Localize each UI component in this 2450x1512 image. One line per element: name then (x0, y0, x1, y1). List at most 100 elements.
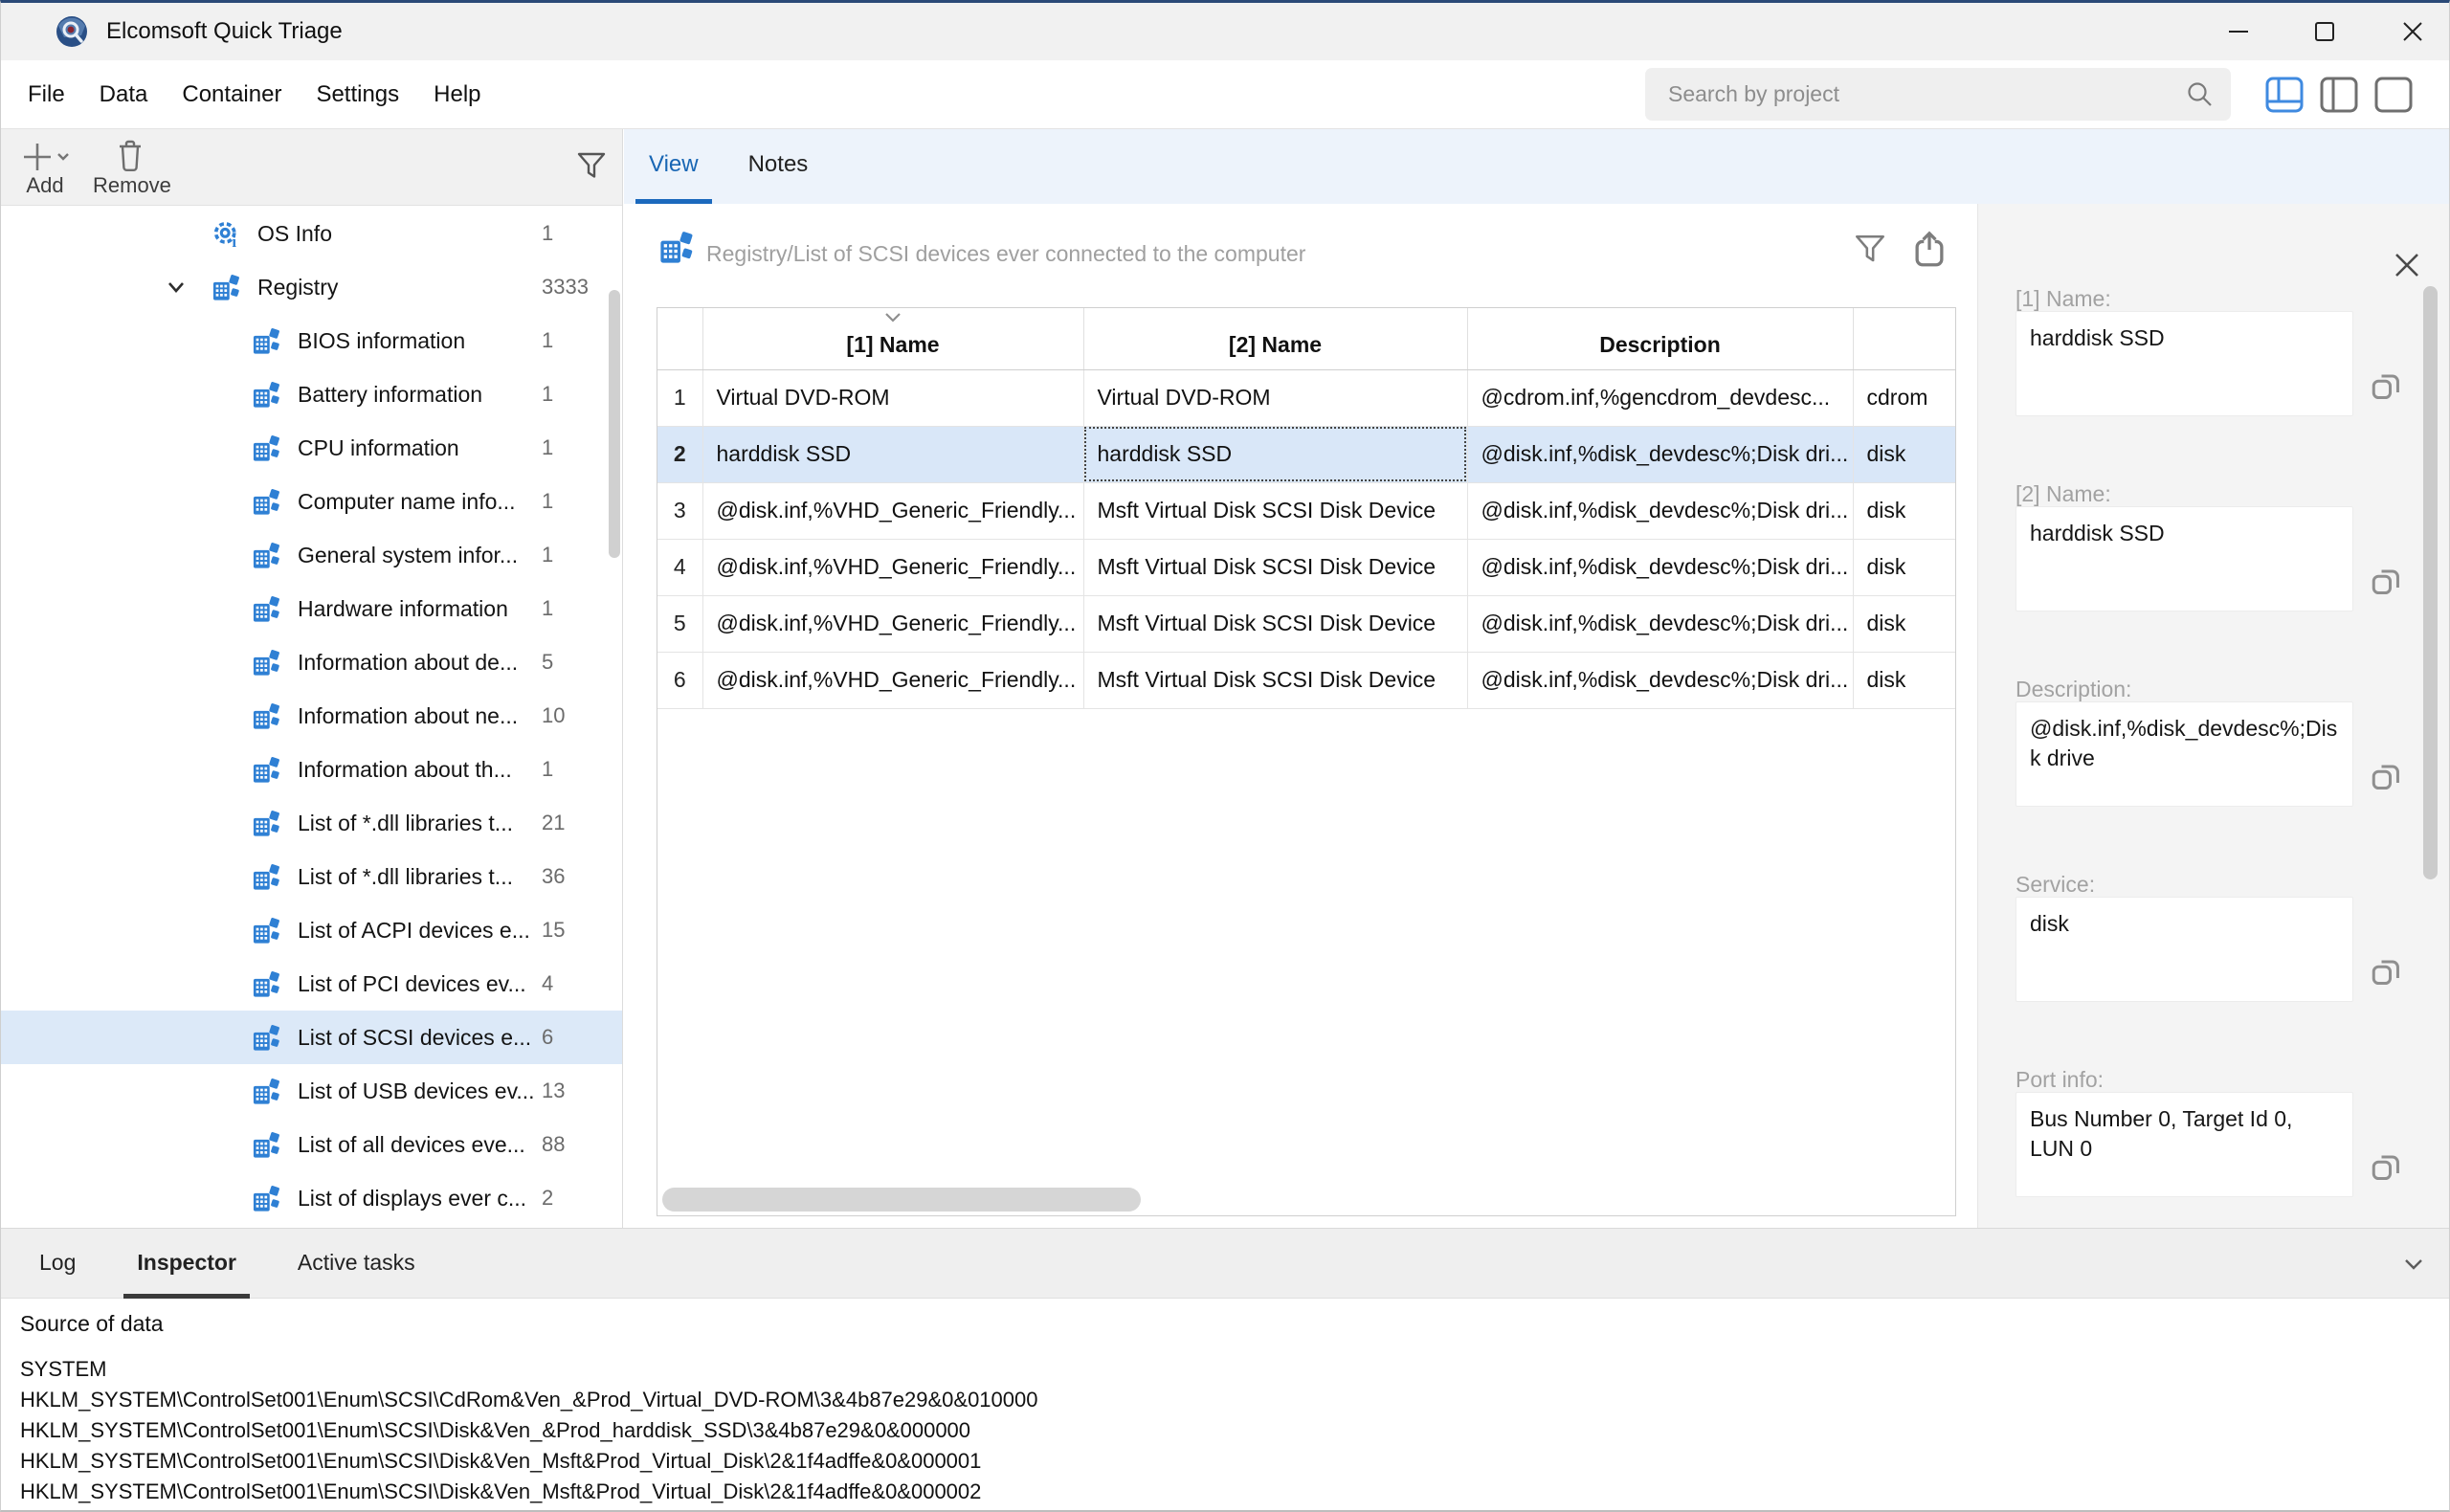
tree-item-os-info[interactable]: iOS Info1 (1, 207, 622, 260)
tree-item-list-of-acpi-devices-e[interactable]: List of ACPI devices e...15 (1, 903, 622, 957)
table-cell[interactable]: @disk.inf,%VHD_Generic_Friendly... (702, 595, 1083, 652)
tree-item-cpu-information[interactable]: CPU information1 (1, 421, 622, 475)
table-row[interactable]: 4@disk.inf,%VHD_Generic_Friendly...Msft … (657, 539, 1955, 595)
layout-single-button[interactable] (2374, 74, 2413, 116)
navigation-panel: Add Remove iOS Info1Registry3333BIOS inf… (1, 129, 623, 1228)
window-title: Elcomsoft Quick Triage (106, 3, 343, 60)
remove-button[interactable]: Remove (93, 135, 167, 198)
table-cell[interactable]: @disk.inf,%disk_devdesc%;Disk dri... (1467, 595, 1853, 652)
table-cell[interactable]: harddisk SSD (702, 426, 1083, 482)
table-header-row: [1] Name[2] NameDescription (657, 308, 1955, 369)
table-cell[interactable]: Msft Virtual Disk SCSI Disk Device (1083, 595, 1467, 652)
copy-icon[interactable] (2369, 761, 2403, 795)
copy-icon[interactable] (2369, 1151, 2403, 1186)
field-value[interactable]: Bus Number 0, Target Id 0, LUN 0 (2016, 1092, 2353, 1197)
table-cell[interactable]: Virtual DVD-ROM (702, 369, 1083, 426)
layout-split-button[interactable] (2320, 74, 2358, 116)
close-inspector-icon[interactable] (2388, 246, 2426, 284)
table-cell[interactable]: disk (1853, 482, 1955, 539)
menu-data[interactable]: Data (82, 60, 166, 128)
tree-item-hardware-information[interactable]: Hardware information1 (1, 582, 622, 635)
table-cell[interactable]: Msft Virtual Disk SCSI Disk Device (1083, 539, 1467, 595)
tree-item-label: OS Info (257, 207, 332, 260)
tree-filter-icon[interactable] (575, 150, 608, 185)
copy-icon[interactable] (2369, 956, 2403, 990)
table-row[interactable]: 6@disk.inf,%VHD_Generic_Friendly...Msft … (657, 652, 1955, 708)
tree-item-list-of-usb-devices-ev[interactable]: List of USB devices ev...13 (1, 1064, 622, 1118)
table-cell[interactable]: disk (1853, 652, 1955, 708)
table-row[interactable]: 1Virtual DVD-ROMVirtual DVD-ROM@cdrom.in… (657, 369, 1955, 426)
table-cell[interactable]: Virtual DVD-ROM (1083, 369, 1467, 426)
bottom-tab-inspector[interactable]: Inspector (112, 1229, 261, 1299)
table-cell[interactable]: @disk.inf,%VHD_Generic_Friendly... (702, 652, 1083, 708)
column-header[interactable]: Description (1467, 308, 1853, 369)
table-cell[interactable]: disk (1853, 595, 1955, 652)
menu-container[interactable]: Container (165, 60, 299, 128)
bottom-tab-active-tasks[interactable]: Active tasks (273, 1229, 440, 1299)
field-label: Service: (2016, 872, 2095, 898)
inspector-scrollbar[interactable] (2423, 286, 2438, 879)
table-horizontal-scrollbar[interactable] (662, 1188, 1141, 1212)
tree-item-list-of-dll-libraries-t[interactable]: List of *.dll libraries t...21 (1, 796, 622, 850)
search-icon[interactable] (2185, 79, 2216, 110)
minimize-button[interactable] (2208, 11, 2269, 53)
table-cell[interactable]: @disk.inf,%disk_devdesc%;Disk dri... (1467, 539, 1853, 595)
tree-item-list-of-dll-libraries-t[interactable]: List of *.dll libraries t...36 (1, 850, 622, 903)
tree-item-list-of-displays-ever-c[interactable]: List of displays ever c...2 (1, 1171, 622, 1225)
tree-item-list-of-pci-devices-ev[interactable]: List of PCI devices ev...4 (1, 957, 622, 1011)
tree-item-list-of-scsi-devices-e[interactable]: List of SCSI devices e...6 (1, 1011, 622, 1064)
field-value[interactable]: harddisk SSD (2016, 311, 2353, 416)
export-icon[interactable] (1910, 229, 1949, 271)
tree-item-bios-information[interactable]: BIOS information1 (1, 314, 622, 367)
field-value[interactable]: @disk.inf,%disk_devdesc%;Disk drive (2016, 701, 2353, 807)
tree-item-registry[interactable]: Registry3333 (1, 260, 622, 314)
table-cell[interactable]: @disk.inf,%disk_devdesc%;Disk dri... (1467, 652, 1853, 708)
close-button[interactable] (2382, 11, 2443, 53)
tree-item-computer-name-info[interactable]: Computer name info...1 (1, 475, 622, 528)
table-cell[interactable]: @disk.inf,%VHD_Generic_Friendly... (702, 539, 1083, 595)
collapse-panel-icon[interactable] (2397, 1248, 2430, 1280)
copy-icon[interactable] (2369, 370, 2403, 405)
table-cell[interactable]: @disk.inf,%VHD_Generic_Friendly... (702, 482, 1083, 539)
tree-item-label: List of SCSI devices e... (298, 1011, 531, 1064)
column-header[interactable]: [2] Name (1083, 308, 1467, 369)
table-cell[interactable]: disk (1853, 539, 1955, 595)
bottom-tab-log[interactable]: Log (14, 1229, 100, 1299)
tree-item-count: 3333 (542, 260, 589, 314)
menu-file[interactable]: File (11, 60, 82, 128)
tree-item-battery-information[interactable]: Battery information1 (1, 367, 622, 421)
table-cell[interactable]: Msft Virtual Disk SCSI Disk Device (1083, 652, 1467, 708)
table-row[interactable]: 5@disk.inf,%VHD_Generic_Friendly...Msft … (657, 595, 1955, 652)
tree-item-general-system-infor[interactable]: General system infor...1 (1, 528, 622, 582)
layout-left-bottom-button[interactable] (2265, 74, 2304, 116)
search-input[interactable] (1645, 68, 2231, 121)
tab-view[interactable]: View (635, 129, 712, 204)
table-filter-icon[interactable] (1853, 233, 1887, 269)
menu-help[interactable]: Help (416, 60, 498, 128)
tree-item-label: Computer name info... (298, 475, 516, 528)
tab-notes[interactable]: Notes (735, 129, 822, 204)
tree-item-information-about-th[interactable]: Information about th...1 (1, 743, 622, 796)
table-cell[interactable]: @cdrom.inf,%gencdrom_devdesc... (1467, 369, 1853, 426)
column-header[interactable]: [1] Name (702, 308, 1083, 369)
field-value[interactable]: harddisk SSD (2016, 506, 2353, 611)
table-cell[interactable]: Msft Virtual Disk SCSI Disk Device (1083, 482, 1467, 539)
tree-item-information-about-ne[interactable]: Information about ne...10 (1, 689, 622, 743)
tree-item-list-of-all-devices-eve[interactable]: List of all devices eve...88 (1, 1118, 622, 1171)
add-button[interactable]: Add (14, 135, 76, 198)
table-cell[interactable]: @disk.inf,%disk_devdesc%;Disk dri... (1467, 426, 1853, 482)
maximize-button[interactable] (2294, 11, 2355, 53)
menu-settings[interactable]: Settings (299, 60, 416, 128)
table-cell[interactable]: harddisk SSD (1083, 426, 1467, 482)
table-row[interactable]: 3@disk.inf,%VHD_Generic_Friendly...Msft … (657, 482, 1955, 539)
table-cell[interactable]: @disk.inf,%disk_devdesc%;Disk dri... (1467, 482, 1853, 539)
table-cell[interactable]: cdrom (1853, 369, 1955, 426)
field-value[interactable]: disk (2016, 897, 2353, 1002)
tree-item-information-about-de[interactable]: Information about de...5 (1, 635, 622, 689)
table-row[interactable]: 2harddisk SSDharddisk SSD@disk.inf,%disk… (657, 426, 1955, 482)
chevron-down-icon[interactable] (164, 275, 189, 300)
table-cell[interactable]: disk (1853, 426, 1955, 482)
column-header-empty (1853, 308, 1955, 369)
tree-scrollbar[interactable] (609, 290, 620, 558)
copy-icon[interactable] (2369, 566, 2403, 600)
